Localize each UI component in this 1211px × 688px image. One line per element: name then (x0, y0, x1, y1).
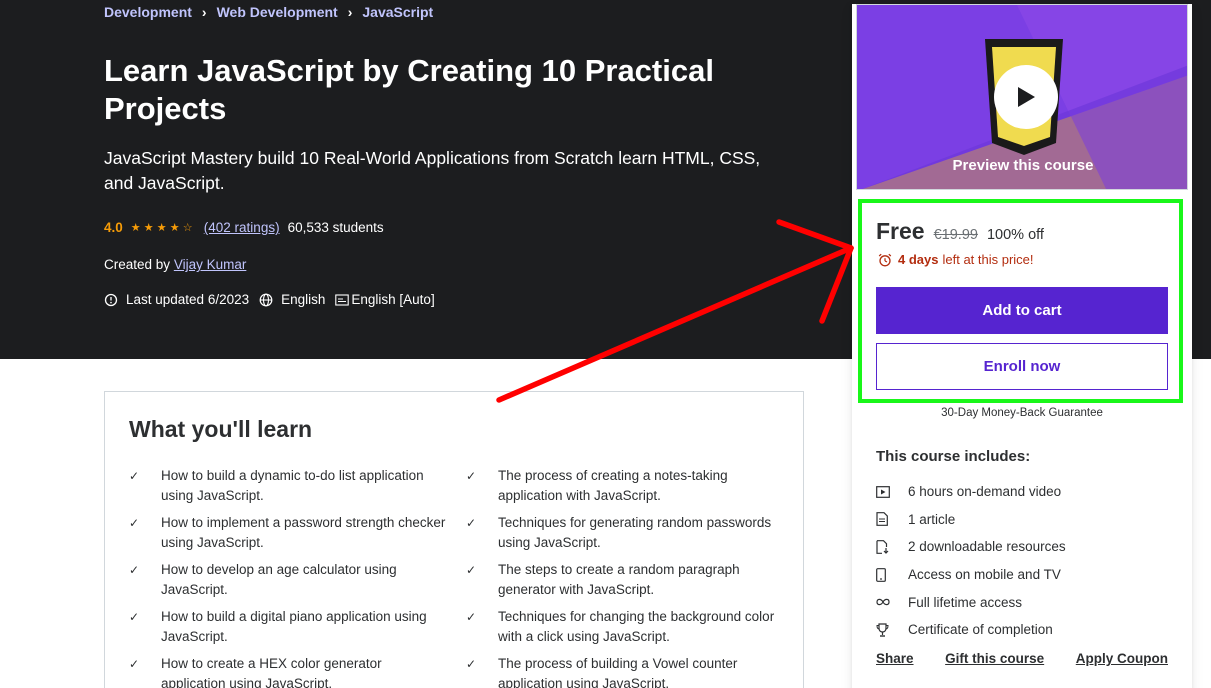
rating-stars: ★ ★ ★ ★ ☆ (131, 221, 196, 234)
breadcrumb-separator: › (347, 4, 353, 20)
check-icon: ✓ (466, 563, 477, 577)
alert-badge-icon (104, 293, 118, 306)
author-link[interactable]: Vijay Kumar (174, 257, 247, 272)
breadcrumb: Development › Web Development › JavaScri… (104, 4, 433, 20)
include-label: Access on mobile and TV (908, 567, 1061, 583)
star-filled-icon: ★ (156, 222, 167, 234)
check-icon: ✓ (129, 610, 140, 624)
include-item: 2 downloadable resources (876, 533, 1176, 561)
breadcrumb-development[interactable]: Development (104, 4, 192, 20)
learn-item: ✓ The process of creating a notes-taking … (466, 466, 789, 505)
play-button[interactable] (994, 65, 1058, 129)
include-label: 6 hours on-demand video (908, 484, 1062, 500)
course-preview[interactable]: Preview this course (856, 4, 1188, 190)
course-subtitle: JavaScript Mastery build 10 Real-World A… (104, 148, 761, 193)
learn-item: ✓ Techniques for generating random passwo… (466, 513, 789, 552)
learn-item: ✓ How to build a dynamic to-do list appli… (129, 466, 466, 505)
include-label: Certificate of completion (908, 622, 1053, 638)
learn-item: ✓ How to develop an age calculator using … (129, 560, 466, 599)
includes-title: This course includes: (876, 448, 1031, 465)
infinity-icon (876, 598, 890, 606)
trophy-icon (876, 623, 889, 637)
include-item: 1 article (876, 506, 1176, 534)
learn-title: What you'll learn (129, 416, 313, 442)
captions-icon (335, 293, 350, 306)
language-text: English (281, 292, 326, 307)
check-icon: ✓ (129, 657, 140, 671)
created-by-label: Created by (104, 257, 171, 272)
include-label: Full lifetime access (908, 594, 1023, 610)
rating-row: 4.0 ★ ★ ★ ★ ☆ (402 ratings) 60,533 stude… (104, 220, 384, 235)
video-icon (876, 485, 890, 498)
learn-item: ✓ How to implement a password strength ch… (129, 513, 466, 552)
gift-course-link[interactable]: Gift this course (945, 651, 1044, 666)
apply-coupon-link[interactable]: Apply Coupon (1076, 651, 1168, 666)
learn-item: ✓ Techniques for changing the background … (466, 607, 789, 646)
check-icon: ✓ (466, 610, 477, 624)
last-updated: Last updated 6/2023 (104, 292, 249, 307)
download-file-icon (876, 540, 889, 554)
last-updated-text: Last updated 6/2023 (126, 292, 250, 307)
include-item: 6 hours on-demand video (876, 478, 1176, 506)
captions: English [Auto] (335, 292, 435, 307)
green-highlight-box (858, 199, 1183, 403)
include-item: Certificate of completion (876, 616, 1176, 644)
breadcrumb-separator: › (201, 4, 207, 20)
includes-list: 6 hours on-demand video 1 article 2 down… (876, 478, 1176, 644)
learn-item: ✓ The steps to create a random paragraph … (466, 560, 789, 599)
check-icon: ✓ (129, 563, 140, 577)
check-icon: ✓ (466, 516, 477, 530)
card-links: Share Gift this course Apply Coupon (876, 651, 1168, 666)
rating-value: 4.0 (104, 220, 123, 235)
learn-item: ✓ How to create a HEX color generator app… (129, 654, 466, 688)
money-back-guarantee: 30-Day Money-Back Guarantee (941, 407, 1103, 419)
learn-item: ✓ The process of building a Vowel counter… (466, 654, 789, 688)
preview-label[interactable]: Preview this course (857, 157, 1187, 174)
star-empty-icon: ☆ (182, 222, 193, 234)
check-icon: ✓ (129, 469, 140, 483)
course-page: Development › Web Development › JavaScri… (0, 0, 1211, 688)
include-item: Full lifetime access (876, 588, 1176, 616)
star-filled-icon: ★ (130, 222, 141, 234)
globe-icon (259, 293, 273, 306)
star-filled-icon: ★ (143, 222, 154, 234)
created-by: Created by Vijay Kumar (104, 257, 246, 272)
breadcrumb-web-development[interactable]: Web Development (217, 4, 338, 20)
article-icon (876, 512, 888, 527)
captions-text: English [Auto] (351, 292, 435, 307)
include-label: 1 article (908, 511, 956, 527)
share-link[interactable]: Share (876, 651, 914, 666)
course-title: Learn JavaScript by Creating 10 Practica… (104, 53, 714, 126)
play-icon (1018, 87, 1035, 107)
star-filled-icon: ★ (169, 222, 180, 234)
language: English (259, 292, 325, 307)
students-count: 60,533 students (287, 220, 384, 235)
include-item: Access on mobile and TV (876, 561, 1176, 589)
course-meta: Last updated 6/2023 English English [Aut… (104, 292, 445, 307)
learn-list: ✓ How to build a dynamic to-do list appli… (129, 466, 789, 688)
learn-item: ✓ How to build a digital piano applicatio… (129, 607, 466, 646)
ratings-count-link[interactable]: (402 ratings) (204, 220, 280, 235)
include-label: 2 downloadable resources (908, 539, 1066, 555)
check-icon: ✓ (466, 657, 477, 671)
check-icon: ✓ (129, 516, 140, 530)
mobile-icon (876, 567, 886, 582)
breadcrumb-javascript[interactable]: JavaScript (362, 4, 433, 20)
check-icon: ✓ (466, 469, 477, 483)
what-youll-learn: What you'll learn ✓ How to build a dynami… (104, 391, 804, 688)
